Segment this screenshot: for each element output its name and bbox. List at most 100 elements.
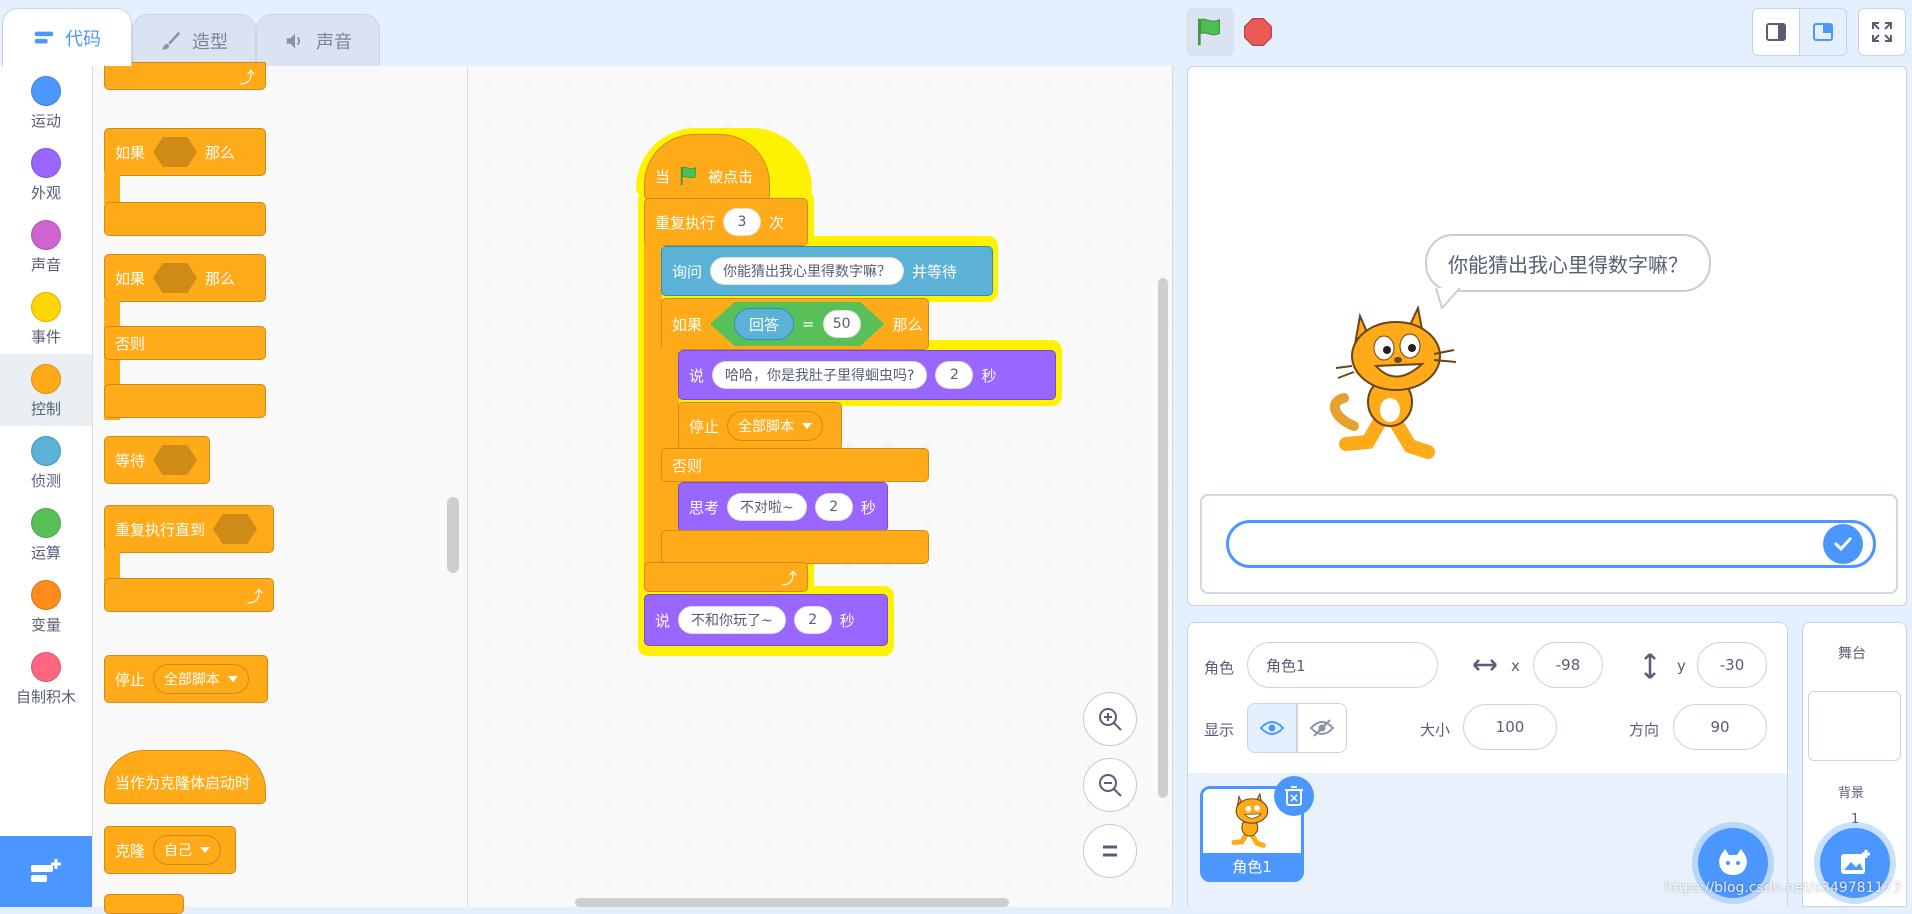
small-stage-icon — [1766, 23, 1786, 41]
palette-forever-end[interactable]: ⤴ — [104, 62, 266, 90]
category-dot-icon — [31, 292, 61, 322]
palette-repeat-until-block[interactable]: 重复执行直到 — [104, 505, 274, 553]
cat-sprite[interactable] — [1324, 306, 1474, 462]
show-sprite-button[interactable] — [1247, 703, 1297, 753]
tab-code[interactable]: 代码 — [2, 8, 132, 66]
block-text: 那么 — [205, 143, 236, 162]
boolean-slot — [153, 445, 198, 475]
palette-repeat-until-bottom: ⤴ — [104, 578, 274, 612]
category-my-blocks[interactable]: 自制积木 — [0, 642, 92, 714]
palette-clone-start-hat[interactable]: 当作为克隆体启动时 — [104, 750, 266, 804]
if-else-block[interactable]: 如果 回答 = 50 那么 — [661, 298, 929, 350]
category-events[interactable]: 事件 — [0, 282, 92, 354]
add-extension-icon — [31, 858, 61, 882]
speaker-icon — [286, 33, 301, 48]
green-flag-icon — [1198, 18, 1220, 46]
size-input[interactable]: 100 — [1463, 704, 1557, 750]
ask-and-wait-block[interactable]: 询问 你能猜出我心里得数字嘛？ 并等待 — [661, 246, 993, 296]
delete-sprite-button[interactable] — [1274, 776, 1314, 816]
else-row: 否则 — [661, 448, 929, 482]
block-text: 当 — [655, 167, 671, 186]
block-text: 如果 — [672, 315, 703, 334]
think-secs-input[interactable]: 2 — [814, 493, 853, 521]
eye-off-icon — [1310, 719, 1334, 737]
sprite-label: 角色 — [1204, 659, 1235, 677]
check-icon — [1834, 537, 1852, 552]
palette-next-block[interactable] — [104, 894, 184, 914]
stop-block[interactable]: 停止 全部脚本 — [678, 402, 842, 450]
think-text-input[interactable]: 不对啦~ — [727, 493, 807, 521]
repeat-c-arm — [644, 244, 662, 574]
think-for-secs-block[interactable]: 思考 不对啦~ 2 秒 — [678, 482, 888, 532]
block-text: 思考 — [689, 498, 720, 517]
zoom-reset-button[interactable] — [1083, 824, 1137, 878]
stage-thumbnail[interactable] — [1808, 691, 1901, 761]
direction-label: 方向 — [1629, 721, 1660, 739]
ask-answer-input[interactable] — [1226, 520, 1876, 568]
say-text-input[interactable]: 不和你玩了~ — [678, 606, 786, 634]
category-motion[interactable]: 运动 — [0, 66, 92, 138]
stop-option-dropdown[interactable]: 全部脚本 — [727, 411, 824, 441]
category-variables[interactable]: 变量 — [0, 570, 92, 642]
say-secs-input[interactable]: 2 — [935, 361, 974, 389]
palette-stop-block[interactable]: 停止 全部脚本 — [104, 655, 268, 703]
normal-stage-icon — [1813, 23, 1833, 41]
stop-button[interactable] — [1234, 8, 1282, 56]
equals-operator[interactable]: 回答 = 50 — [710, 302, 885, 346]
category-label: 外观 — [30, 184, 61, 202]
say-text-input[interactable]: 哈哈，你是我肚子里得蛔虫吗? — [712, 361, 928, 389]
palette-create-clone-block[interactable]: 克隆 自己 — [104, 826, 236, 874]
small-stage-button[interactable] — [1752, 8, 1800, 56]
palette-if-then-block[interactable]: 如果 那么 — [104, 128, 266, 176]
palette-wait-until-block[interactable]: 等待 — [104, 436, 210, 484]
equals-icon — [1103, 845, 1117, 857]
compare-value-input[interactable]: 50 — [822, 310, 861, 338]
submit-answer-button[interactable] — [1823, 524, 1863, 564]
sprite-name-value: 角色1 — [1266, 656, 1306, 675]
repeat-count-input[interactable]: 3 — [723, 208, 762, 236]
category-looks[interactable]: 外观 — [0, 138, 92, 210]
backdrops-label: 背景 — [1838, 786, 1865, 801]
green-flag-button[interactable] — [1186, 8, 1234, 56]
repeat-block[interactable]: 重复执行 3 次 — [644, 198, 808, 246]
loop-arrow-icon: ⤴ — [238, 68, 255, 87]
ask-text-input[interactable]: 你能猜出我心里得数字嘛？ — [710, 257, 905, 285]
size-label: 大小 — [1420, 721, 1451, 739]
code-horizontal-scrollbar[interactable] — [575, 898, 1009, 907]
palette-if-else-block[interactable]: 如果 那么 — [104, 254, 266, 302]
code-vertical-scrollbar[interactable] — [1158, 278, 1168, 798]
y-position-input[interactable]: -30 — [1697, 642, 1767, 688]
category-sensing[interactable]: 侦测 — [0, 426, 92, 498]
direction-input[interactable]: 90 — [1673, 704, 1767, 750]
category-dot-icon — [31, 364, 61, 394]
tab-sounds[interactable]: 声音 — [256, 14, 380, 66]
x-position-input[interactable]: -98 — [1533, 642, 1603, 688]
zoom-in-button[interactable] — [1083, 692, 1137, 746]
say-for-secs-block[interactable]: 说 哈哈，你是我肚子里得蛔虫吗? 2 秒 — [678, 350, 1056, 400]
eye-icon — [1260, 721, 1284, 735]
say-for-secs-block[interactable]: 说 不和你玩了~ 2 秒 — [644, 594, 888, 646]
category-operators[interactable]: 运算 — [0, 498, 92, 570]
tab-costumes[interactable]: 造型 — [132, 14, 256, 66]
category-label: 控制 — [30, 400, 61, 418]
block-text: 重复执行直到 — [115, 520, 206, 539]
sprite-name-input[interactable]: 角色1 — [1247, 642, 1438, 688]
add-extension-button[interactable] — [0, 836, 92, 907]
category-dot-icon — [31, 436, 61, 466]
when-flag-clicked-hat[interactable]: 当 被点击 — [644, 134, 770, 200]
category-control[interactable]: 控制 — [0, 354, 92, 426]
zoom-out-button[interactable] — [1083, 758, 1137, 812]
block-text: 说 — [655, 611, 671, 630]
category-label: 事件 — [30, 328, 61, 346]
chevron-down-icon — [802, 423, 813, 429]
palette-scrollbar[interactable] — [447, 497, 459, 573]
clone-option-dropdown[interactable]: 自己 — [153, 835, 222, 865]
normal-stage-button[interactable] — [1799, 8, 1847, 56]
category-sound[interactable]: 声音 — [0, 210, 92, 282]
hide-sprite-button[interactable] — [1297, 703, 1347, 753]
answer-reporter[interactable]: 回答 — [734, 308, 795, 340]
chevron-down-icon — [200, 847, 211, 853]
say-secs-input[interactable]: 2 — [793, 606, 832, 634]
stop-option-dropdown[interactable]: 全部脚本 — [153, 664, 250, 694]
fullscreen-button[interactable] — [1858, 8, 1906, 56]
